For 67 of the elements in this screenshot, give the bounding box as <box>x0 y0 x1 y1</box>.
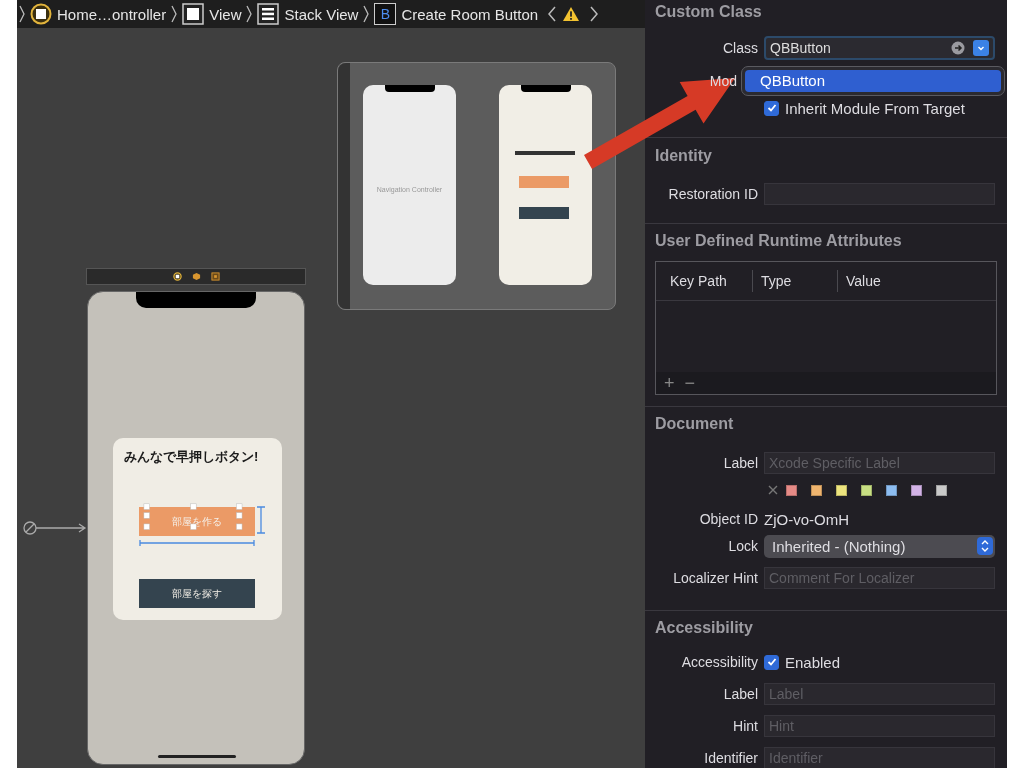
column-header[interactable]: Type <box>752 270 837 292</box>
warning-icon[interactable] <box>562 6 581 22</box>
lock-select[interactable]: Inherited - (Nothing) <box>764 534 995 558</box>
field-label: Label <box>722 686 759 702</box>
column-header[interactable]: Key Path <box>656 270 752 292</box>
field-label: Restoration ID <box>667 186 759 202</box>
object-id: ZjO-vo-OmH <box>764 510 849 528</box>
field-label: Label <box>722 455 759 471</box>
up-down-icon <box>977 537 993 555</box>
mini-button <box>519 207 569 219</box>
next-icon[interactable] <box>589 5 600 23</box>
section-title: Identity <box>655 146 713 166</box>
field-label: Accessibility <box>680 654 759 670</box>
color-swatch[interactable] <box>911 484 922 496</box>
check-icon <box>765 102 778 114</box>
color-swatch[interactable] <box>836 484 847 496</box>
suggestion-item[interactable]: QBButton <box>745 70 1001 92</box>
arrow-circle-icon[interactable] <box>951 41 965 55</box>
field-label: Identifier <box>703 750 759 766</box>
button-icon: B <box>374 3 397 25</box>
section-title: Accessibility <box>655 618 754 638</box>
mini-scene[interactable] <box>499 85 592 285</box>
color-swatch[interactable] <box>886 484 897 496</box>
chevron-icon <box>246 5 253 23</box>
previous-icon[interactable] <box>547 5 558 23</box>
scene-button[interactable]: 部屋を探す <box>139 579 255 608</box>
mini-button <box>519 176 569 188</box>
view-icon <box>182 3 205 25</box>
color-swatch[interactable] <box>861 484 872 496</box>
field-value: QBButton <box>770 40 832 56</box>
view-controller-icon <box>30 3 52 25</box>
checkbox-label: Enabled <box>785 653 841 671</box>
breadcrumb-item[interactable]: Home…ontroller <box>57 5 167 23</box>
field-label: Class <box>722 40 759 56</box>
dropdown-button[interactable] <box>973 40 989 56</box>
chevron-icon <box>171 5 178 23</box>
scene-heading: みんなで早押しボタン! <box>124 448 259 466</box>
color-swatch[interactable] <box>811 484 822 496</box>
section-title: Custom Class <box>655 2 763 22</box>
checkbox[interactable] <box>764 100 779 116</box>
breadcrumb-item[interactable]: Create Room Button <box>401 5 539 23</box>
checkbox-label: Inherit Module From Target <box>785 99 965 117</box>
exit-icon[interactable] <box>210 272 220 281</box>
view-controller-icon[interactable] <box>172 272 182 281</box>
check-icon <box>765 656 778 668</box>
notch <box>521 85 571 92</box>
cube-icon[interactable] <box>191 272 201 281</box>
section-title: User Defined Runtime Attributes <box>655 231 903 251</box>
field-label: Localizer Hint <box>672 570 759 586</box>
stack-view-icon <box>257 3 280 25</box>
clear-icon[interactable] <box>768 485 778 495</box>
column-header[interactable]: Value <box>837 270 881 292</box>
color-swatch[interactable] <box>936 484 947 496</box>
add-button[interactable]: + <box>660 373 679 393</box>
breadcrumb-item[interactable]: View <box>209 5 242 23</box>
field-label: Hint <box>732 718 759 734</box>
breadcrumb-item[interactable]: Stack View <box>284 5 359 23</box>
chevron-icon <box>363 5 370 23</box>
chevron-icon <box>19 5 25 23</box>
notch <box>385 85 435 92</box>
field-label: Lock <box>727 538 759 554</box>
color-swatch[interactable] <box>786 484 797 496</box>
section-title: Document <box>655 414 735 434</box>
remove-button[interactable]: − <box>680 373 700 393</box>
checkbox[interactable] <box>764 654 779 670</box>
class-field[interactable]: QBButton <box>764 36 995 60</box>
field-label: Object ID <box>698 511 759 527</box>
